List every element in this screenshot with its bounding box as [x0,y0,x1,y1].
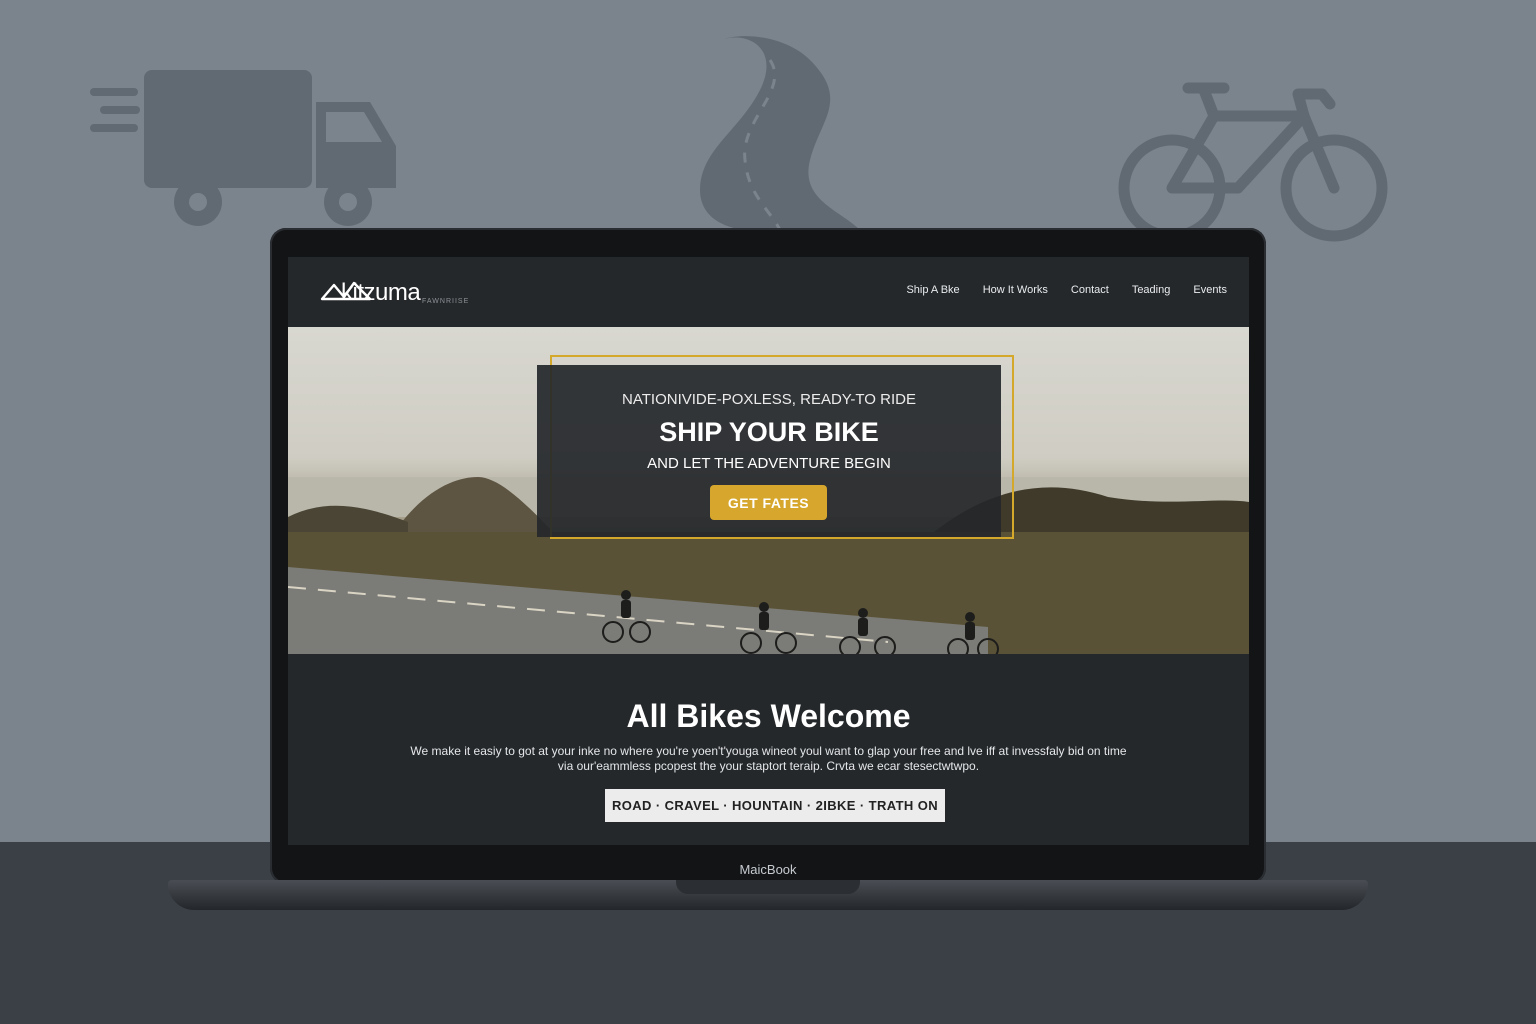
device-label: MaicBook [739,862,797,877]
welcome-section: All Bikes Welcome We make it easiy to go… [288,654,1249,845]
section-description: We make it easiy to got at your inke no … [410,744,1127,773]
delivery-truck-icon [90,70,396,226]
winding-road-icon [700,36,860,230]
website-screen: kitzuma FAWNRIISE Ship A Bke How It Work… [288,257,1249,845]
hero-kicker: NATIONIVIDE-POXLESS, READY-TO RIDE [622,391,916,408]
section-title: All Bikes Welcome [626,698,911,734]
main-navigation: Ship A Bke How It Works Contact Teading … [906,284,1227,296]
logo-tagline: FAWNRIISE [422,298,470,305]
hero-section: NATIONIVIDE-POXLESS, READY-TO RIDE SHIP … [288,327,1249,654]
site-header: kitzuma FAWNRIISE Ship A Bke How It Work… [288,257,1249,327]
nav-item-ship-a-bike[interactable]: Ship A Bke [906,284,959,296]
bicycle-icon [1118,82,1388,242]
get-rates-button[interactable]: GET FATES [710,485,827,520]
bike-type-tags: ROAD · CRAVEL · HOUNTAIN · 2IBKE · TRATH… [605,789,945,822]
nav-item-contact[interactable]: Contact [1071,284,1109,296]
nav-item-teading[interactable]: Teading [1132,284,1171,296]
nav-item-how-it-works[interactable]: How It Works [983,284,1048,296]
logo-wordmark: kitzuma [341,279,421,306]
laptop-notch [676,880,860,894]
nav-item-events[interactable]: Events [1193,284,1227,296]
hero-title: SHIP YOUR BIKE [659,417,879,447]
hero-card: NATIONIVIDE-POXLESS, READY-TO RIDE SHIP … [537,365,1001,537]
hero-subtitle: AND LET THE ADVENTURE BEGIN [647,455,891,472]
